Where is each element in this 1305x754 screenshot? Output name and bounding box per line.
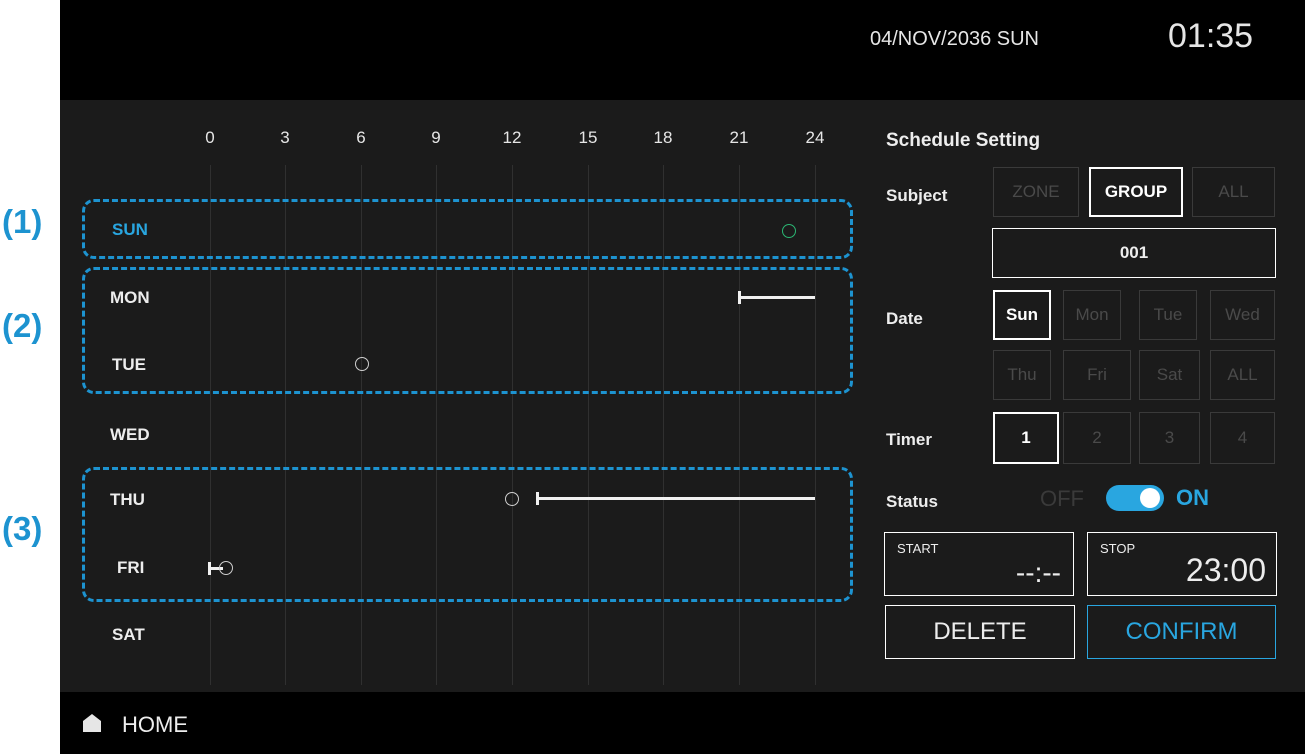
date-mon-button[interactable]: Mon xyxy=(1063,290,1121,340)
hour-label-0: 0 xyxy=(205,128,215,147)
hour-label-9: 9 xyxy=(431,128,441,147)
subject-zone-button[interactable]: ZONE xyxy=(993,167,1079,217)
bottom-bar xyxy=(60,692,1305,754)
subject-group-button[interactable]: GROUP xyxy=(1089,167,1183,217)
callout-label-1: (1) xyxy=(2,203,43,240)
hour-label-21: 21 xyxy=(729,128,749,147)
callout-box-3 xyxy=(82,467,853,602)
status-label: Status xyxy=(886,492,938,511)
status-toggle[interactable] xyxy=(1106,485,1164,511)
hour-label-15: 15 xyxy=(578,128,598,147)
group-number-field[interactable]: 001 xyxy=(992,228,1276,278)
day-row-wed[interactable]: WED xyxy=(110,425,150,445)
hour-label-12: 12 xyxy=(502,128,522,147)
home-label[interactable]: HOME xyxy=(122,712,188,738)
callout-label-2: (2) xyxy=(2,307,43,344)
date-thu-button[interactable]: Thu xyxy=(993,350,1051,400)
date-fri-button[interactable]: Fri xyxy=(1063,350,1131,400)
stop-time-field[interactable]: STOP 23:00 xyxy=(1087,532,1277,596)
delete-button[interactable]: DELETE xyxy=(885,605,1075,659)
start-value: --:-- xyxy=(1015,557,1061,588)
timer-4-button[interactable]: 4 xyxy=(1210,412,1275,464)
hour-label-18: 18 xyxy=(653,128,673,147)
date-sun-button[interactable]: Sun xyxy=(993,290,1051,340)
day-row-sat[interactable]: SAT xyxy=(112,625,145,645)
toggle-knob xyxy=(1140,488,1160,508)
callout-label-3: (3) xyxy=(2,510,43,547)
date-all-button[interactable]: ALL xyxy=(1210,350,1275,400)
hour-label-6: 6 xyxy=(356,128,366,147)
stop-value: 23:00 xyxy=(1185,552,1266,588)
date-tue-button[interactable]: Tue xyxy=(1139,290,1197,340)
status-off-label: OFF xyxy=(1040,486,1084,511)
stop-label: STOP xyxy=(1100,541,1136,556)
top-bar xyxy=(60,0,1305,100)
callout-box-2 xyxy=(82,267,853,394)
start-label: START xyxy=(897,541,939,556)
timer-label: Timer xyxy=(886,430,932,449)
date-label: Date xyxy=(886,309,923,328)
timer-1-button[interactable]: 1 xyxy=(993,412,1059,464)
current-time: 01:35 xyxy=(1168,17,1254,55)
timer-2-button[interactable]: 2 xyxy=(1063,412,1131,464)
date-sat-button[interactable]: Sat xyxy=(1139,350,1200,400)
subject-all-button[interactable]: ALL xyxy=(1192,167,1275,217)
hour-label-3: 3 xyxy=(280,128,290,147)
start-time-field[interactable]: START --:-- xyxy=(884,532,1074,596)
status-on-label: ON xyxy=(1176,485,1209,510)
hour-label-24: 24 xyxy=(805,128,825,147)
home-icon[interactable] xyxy=(80,711,104,735)
subject-label: Subject xyxy=(886,186,948,205)
date-wed-button[interactable]: Wed xyxy=(1210,290,1275,340)
current-date: 04/NOV/2036 SUN xyxy=(870,28,1039,50)
callout-box-1 xyxy=(82,199,853,259)
timer-3-button[interactable]: 3 xyxy=(1139,412,1200,464)
confirm-button[interactable]: CONFIRM xyxy=(1087,605,1276,659)
panel-title: Schedule Setting xyxy=(886,130,1041,151)
